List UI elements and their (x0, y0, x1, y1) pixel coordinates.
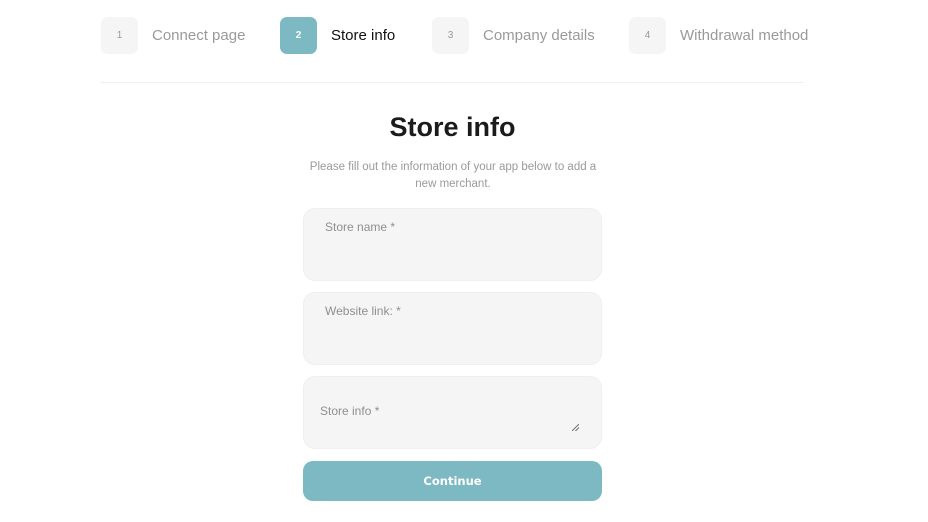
step-number: 4 (629, 17, 666, 54)
step-label: Connect page (152, 27, 246, 44)
page-subtitle: Please fill out the information of your … (309, 161, 597, 190)
step-number: 2 (280, 17, 317, 54)
store-name-field (303, 208, 602, 281)
step-number: 1 (101, 17, 138, 54)
step-label: Store info (331, 27, 396, 44)
store-info-textarea[interactable] (304, 377, 601, 448)
step-store-info[interactable]: 2 Store info (280, 17, 395, 54)
step-number: 3 (432, 17, 469, 54)
website-link-field (303, 292, 602, 365)
stepper: 1 Connect page 2 Store info 3 Company de… (101, 17, 808, 55)
website-link-input[interactable] (304, 293, 601, 364)
store-info-field (303, 376, 602, 449)
step-label: Company details (483, 27, 595, 44)
page-title: Store info (389, 112, 516, 142)
stepper-divider (101, 82, 804, 83)
resize-handle-icon[interactable] (572, 424, 579, 431)
step-company-details[interactable]: 3 Company details (432, 17, 595, 54)
continue-button[interactable]: Continue (303, 461, 602, 501)
step-label: Withdrawal method (680, 27, 809, 44)
store-name-input[interactable] (304, 209, 601, 280)
step-connect-page[interactable]: 1 Connect page (101, 17, 245, 54)
step-withdrawal-method[interactable]: 4 Withdrawal method (629, 17, 808, 54)
